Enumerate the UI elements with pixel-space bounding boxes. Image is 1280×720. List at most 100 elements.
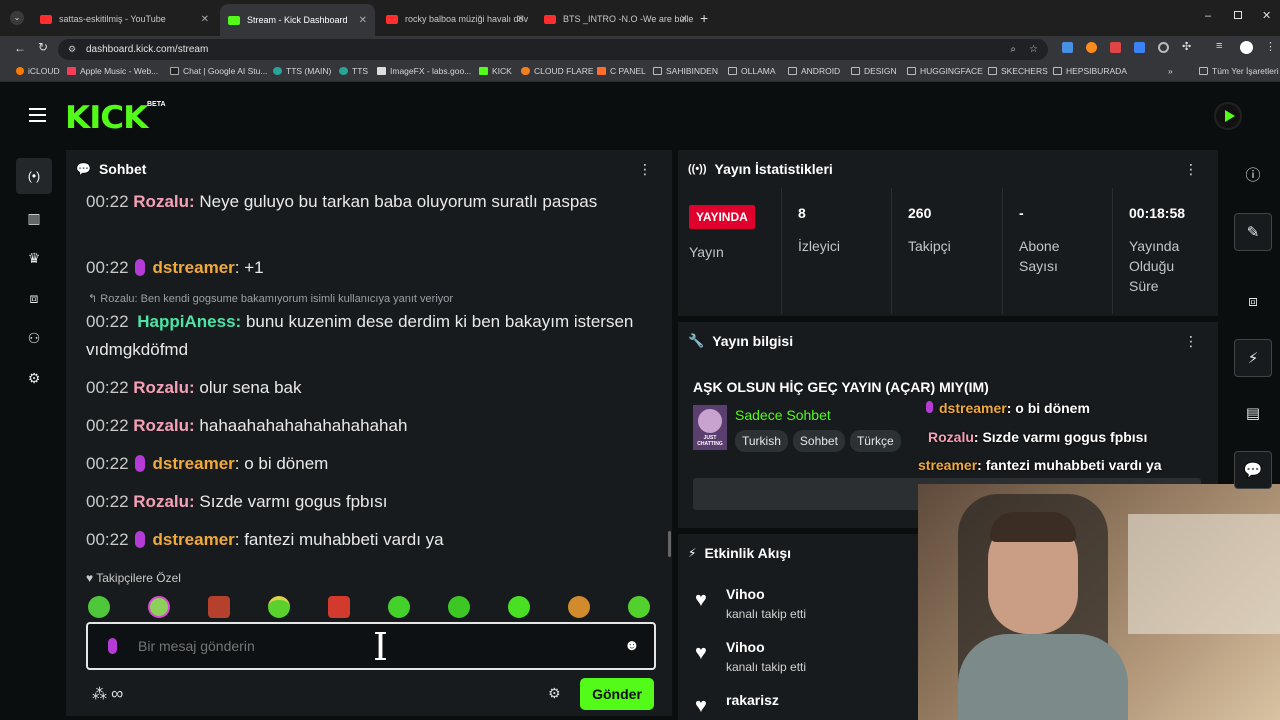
activity-name[interactable]: rakarisz [726, 692, 779, 708]
close-icon[interactable]: ✕ [201, 14, 209, 25]
activity-name[interactable]: Vihoo [726, 586, 765, 602]
activity-name[interactable]: Vihoo [726, 639, 765, 655]
trophy-icon[interactable]: ♛ [25, 249, 43, 267]
settings-gear-icon[interactable]: ⚙ [25, 369, 43, 387]
bookmark-star-icon[interactable]: ☆ [1029, 39, 1038, 60]
category-link[interactable]: Sadece Sohbet [735, 407, 831, 423]
bookmark-all[interactable]: Tüm Yer İşaretleri [1199, 66, 1279, 76]
emote-1[interactable] [88, 596, 110, 618]
url-field[interactable]: ⚙ dashboard.kick.com/stream ⌕ ☆ [58, 39, 1048, 60]
message-input-box[interactable]: I ☻ [86, 622, 656, 670]
bookmark-apple-music[interactable]: Apple Music - Web... [67, 66, 158, 76]
stats-menu-icon[interactable]: ⋮ [1184, 162, 1198, 176]
emoji-picker-icon[interactable]: ☻ [624, 637, 640, 654]
tab-youtube-rocky[interactable]: rocky balboa müziği havalı döv ✕ [378, 6, 533, 32]
category-thumbnail[interactable]: JUST CHATTING [693, 405, 727, 450]
back-icon[interactable]: ← [14, 41, 26, 55]
restore-icon[interactable] [1234, 11, 1242, 19]
close-icon[interactable]: ✕ [359, 15, 367, 26]
chat-scrollbar[interactable] [668, 531, 671, 557]
emote-2[interactable] [148, 596, 170, 618]
emote-3[interactable] [208, 596, 230, 618]
emote-4[interactable] [268, 596, 290, 618]
emote-8[interactable] [508, 596, 530, 618]
bookmark-hepsiburada[interactable]: HEPSIBURADA [1053, 66, 1127, 76]
sidebar-stream-item[interactable]: (•) [16, 158, 52, 194]
bookmark-kick[interactable]: KICK [479, 66, 512, 76]
bookmark-huggingface[interactable]: HUGGINGFACE [907, 66, 983, 76]
extension-icon-2[interactable] [1086, 42, 1097, 53]
message-username[interactable]: dstreamer [153, 258, 235, 277]
bookmark-ollama[interactable]: OLLAMA [728, 66, 776, 76]
reload-icon[interactable]: ↻ [38, 40, 48, 54]
tab-search-button[interactable]: ⌄ [10, 11, 24, 25]
new-tab-button[interactable]: + [700, 10, 708, 26]
bookmark-design[interactable]: DESIGN [851, 66, 897, 76]
message-input[interactable] [138, 634, 558, 658]
message-username[interactable]: Rozalu: [133, 492, 194, 511]
hamburger-menu-icon[interactable] [29, 108, 46, 122]
site-info-icon[interactable]: ⚙ [68, 39, 76, 60]
extension-icon-1[interactable] [1062, 42, 1073, 53]
edit-pencil-icon[interactable]: ✎ [1234, 213, 1272, 251]
extension-icon-5[interactable] [1158, 42, 1169, 53]
bookmark-google-ai[interactable]: Chat | Google AI Stu... [170, 66, 267, 76]
clip-icon[interactable]: ⧈ [25, 289, 43, 307]
message-username[interactable]: dstreamer [153, 530, 235, 549]
close-icon[interactable]: ✕ [680, 14, 688, 25]
extension-icon-3[interactable] [1110, 42, 1121, 53]
bookmarks-overflow-icon[interactable]: » [1168, 66, 1173, 76]
notes-icon[interactable]: ▤ [1234, 395, 1272, 433]
info-menu-icon[interactable]: ⋮ [1184, 334, 1198, 348]
browser-menu-icon[interactable]: ⋮ [1265, 40, 1276, 53]
bookmark-tts-main[interactable]: TTS (MAIN) [273, 66, 331, 76]
message-username[interactable]: Rozalu: [133, 416, 194, 435]
kick-logo[interactable]: KICK [65, 100, 148, 136]
emote-9[interactable] [568, 596, 590, 618]
emote-5[interactable] [328, 596, 350, 618]
stat-uptime: 00:18:58 Yayında Olduğu Süre [1113, 188, 1218, 314]
bookmark-cpanel[interactable]: C PANEL [597, 66, 646, 76]
emote-10[interactable] [628, 596, 650, 618]
tag-turkce[interactable]: Türkçe [849, 430, 901, 452]
profile-avatar[interactable] [1240, 41, 1253, 54]
community-icon[interactable]: ⚇ [25, 329, 43, 347]
chat-menu-icon[interactable]: ⋮ [638, 162, 652, 176]
window-close-icon[interactable]: ✕ [1262, 9, 1271, 22]
tab-kick-dashboard[interactable]: Stream - Kick Dashboard ✕ [220, 4, 375, 36]
tab-youtube-sattas[interactable]: sattas-eskitilmiş - YouTube ✕ [32, 6, 217, 32]
bookmark-skechers[interactable]: SKECHERS [988, 66, 1048, 76]
minimize-icon[interactable]: – [1205, 10, 1211, 22]
message-username[interactable]: Rozalu: [133, 378, 194, 397]
tab-youtube-bts[interactable]: BTS _INTRO -N.O -We are bulle ✕ [536, 6, 696, 32]
message-username[interactable]: dstreamer [153, 454, 235, 473]
bookmark-sahibinden[interactable]: SAHIBINDEN [653, 66, 718, 76]
tab-media-icon[interactable]: ≡ [1216, 40, 1222, 52]
message-username[interactable]: HappiAness: [137, 312, 241, 331]
kick-points-icon[interactable]: ⁂ [92, 686, 107, 703]
message-username[interactable]: Rozalu: [133, 192, 194, 211]
send-button[interactable]: Gönder [580, 678, 654, 710]
bookmark-imagefx[interactable]: ImageFX - labs.goo... [377, 66, 471, 76]
analytics-icon[interactable]: ▥ [25, 209, 43, 227]
chat-settings-icon[interactable]: ⚙ [548, 685, 561, 702]
quick-actions-icon[interactable]: ⚡ [1234, 339, 1272, 377]
bookmark-icloud[interactable]: iCLOUD [16, 66, 60, 76]
zoom-icon[interactable]: ⌕ [1010, 39, 1016, 60]
extension-icon-4[interactable] [1134, 42, 1145, 53]
microphone-icon[interactable] [108, 638, 117, 654]
clip-icon[interactable]: ⧈ [1234, 283, 1272, 321]
bookmark-tts[interactable]: TTS [339, 66, 368, 76]
tag-turkish[interactable]: Turkish [735, 430, 788, 452]
chat-toggle-icon[interactable]: 💬 [1234, 451, 1272, 489]
info-icon[interactable]: ⓘ [1234, 157, 1272, 195]
emote-6[interactable] [388, 596, 410, 618]
tag-sohbet[interactable]: Sohbet [792, 430, 845, 452]
user-avatar[interactable] [1214, 102, 1242, 130]
close-icon[interactable]: ✕ [517, 14, 525, 25]
bookmark-android[interactable]: ANDROID [788, 66, 840, 76]
infinity-icon[interactable]: ∞ [111, 684, 123, 703]
extensions-puzzle-icon[interactable]: ✣ [1182, 40, 1191, 53]
bookmark-cloudflare[interactable]: CLOUD FLARE [521, 66, 594, 76]
emote-7[interactable] [448, 596, 470, 618]
